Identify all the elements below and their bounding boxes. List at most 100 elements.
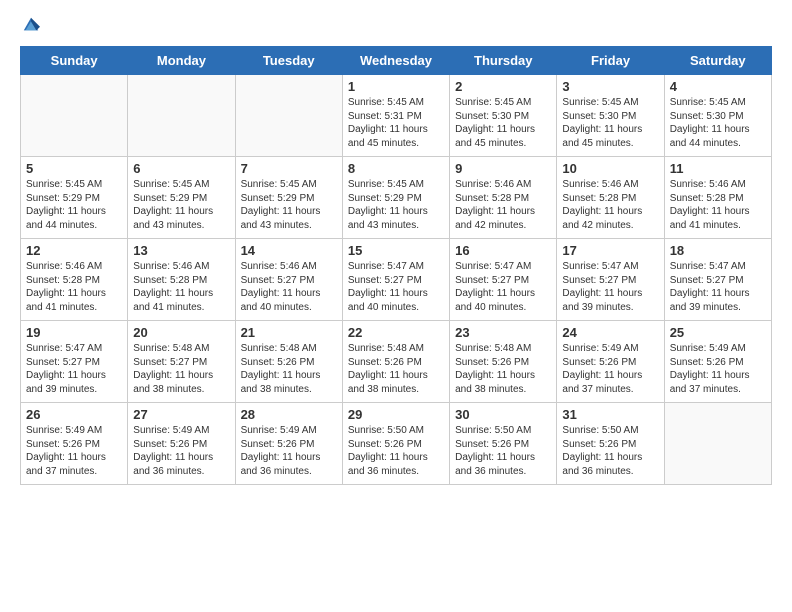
weekday-header-row: SundayMondayTuesdayWednesdayThursdayFrid… xyxy=(21,47,772,75)
day-details: Sunrise: 5:46 AMSunset: 5:28 PMDaylight:… xyxy=(26,260,122,314)
day-details: Sunrise: 5:48 AMSunset: 5:26 PMDaylight:… xyxy=(241,342,337,396)
calendar-day-23: 23 Sunrise: 5:48 AMSunset: 5:26 PMDayligh… xyxy=(450,321,557,403)
calendar-day-21: 21 Sunrise: 5:48 AMSunset: 5:26 PMDayligh… xyxy=(235,321,342,403)
day-details: Sunrise: 5:46 AMSunset: 5:28 PMDaylight:… xyxy=(455,178,551,232)
day-number: 12 xyxy=(26,243,122,258)
day-number: 6 xyxy=(133,161,229,176)
day-number: 5 xyxy=(26,161,122,176)
day-details: Sunrise: 5:49 AMSunset: 5:26 PMDaylight:… xyxy=(133,424,229,478)
day-details: Sunrise: 5:49 AMSunset: 5:26 PMDaylight:… xyxy=(670,342,766,396)
day-number: 4 xyxy=(670,79,766,94)
calendar-day-28: 28 Sunrise: 5:49 AMSunset: 5:26 PMDayligh… xyxy=(235,403,342,485)
calendar-day-16: 16Sunrise: 5:47 AMSunset: 5:27 PMDayligh… xyxy=(450,239,557,321)
calendar-day-26: 26 Sunrise: 5:49 AMSunset: 5:26 PMDayligh… xyxy=(21,403,128,485)
weekday-header-saturday: Saturday xyxy=(664,47,771,75)
calendar-body: 1 Sunrise: 5:45 AMSunset: 5:31 PMDaylight… xyxy=(21,75,772,485)
calendar-day-13: 13 Sunrise: 5:46 AMSunset: 5:28 PMDayligh… xyxy=(128,239,235,321)
day-details: Sunrise: 5:47 AMSunset: 5:27 PMDaylight:… xyxy=(348,260,444,314)
day-details: Sunrise: 5:50 AMSunset: 5:26 PMDaylight:… xyxy=(348,424,444,478)
day-details: Sunrise: 5:49 AMSunset: 5:26 PMDaylight:… xyxy=(562,342,658,396)
calendar-day-empty-0 xyxy=(21,75,128,157)
calendar-day-22: 22Sunrise: 5:48 AMSunset: 5:26 PMDayligh… xyxy=(342,321,449,403)
day-number: 14 xyxy=(241,243,337,258)
day-number: 1 xyxy=(348,79,444,94)
calendar-day-2: 2 Sunrise: 5:45 AMSunset: 5:30 PMDaylight… xyxy=(450,75,557,157)
day-details: Sunrise: 5:45 AMSunset: 5:31 PMDaylight:… xyxy=(348,96,444,150)
calendar-header: SundayMondayTuesdayWednesdayThursdayFrid… xyxy=(21,47,772,75)
day-details: Sunrise: 5:48 AMSunset: 5:26 PMDaylight:… xyxy=(455,342,551,396)
weekday-header-sunday: Sunday xyxy=(21,47,128,75)
calendar-day-31: 31 Sunrise: 5:50 AMSunset: 5:26 PMDayligh… xyxy=(557,403,664,485)
calendar-day-9: 9 Sunrise: 5:46 AMSunset: 5:28 PMDaylight… xyxy=(450,157,557,239)
weekday-header-monday: Monday xyxy=(128,47,235,75)
day-number: 2 xyxy=(455,79,551,94)
calendar-day-5: 5 Sunrise: 5:45 AMSunset: 5:29 PMDaylight… xyxy=(21,157,128,239)
calendar-day-6: 6 Sunrise: 5:45 AMSunset: 5:29 PMDaylight… xyxy=(128,157,235,239)
day-details: Sunrise: 5:50 AMSunset: 5:26 PMDaylight:… xyxy=(455,424,551,478)
calendar-day-24: 24 Sunrise: 5:49 AMSunset: 5:26 PMDayligh… xyxy=(557,321,664,403)
calendar-day-19: 19 Sunrise: 5:47 AMSunset: 5:27 PMDayligh… xyxy=(21,321,128,403)
day-number: 19 xyxy=(26,325,122,340)
logo-icon xyxy=(22,16,40,34)
day-number: 31 xyxy=(562,407,658,422)
day-number: 7 xyxy=(241,161,337,176)
weekday-header-friday: Friday xyxy=(557,47,664,75)
calendar-week-2: 5 Sunrise: 5:45 AMSunset: 5:29 PMDaylight… xyxy=(21,157,772,239)
header xyxy=(20,16,772,34)
day-number: 13 xyxy=(133,243,229,258)
weekday-header-tuesday: Tuesday xyxy=(235,47,342,75)
day-details: Sunrise: 5:45 AMSunset: 5:30 PMDaylight:… xyxy=(562,96,658,150)
day-details: Sunrise: 5:45 AMSunset: 5:29 PMDaylight:… xyxy=(133,178,229,232)
calendar-day-18: 18Sunrise: 5:47 AMSunset: 5:27 PMDayligh… xyxy=(664,239,771,321)
day-details: Sunrise: 5:45 AMSunset: 5:30 PMDaylight:… xyxy=(455,96,551,150)
day-details: Sunrise: 5:50 AMSunset: 5:26 PMDaylight:… xyxy=(562,424,658,478)
day-details: Sunrise: 5:47 AMSunset: 5:27 PMDaylight:… xyxy=(26,342,122,396)
calendar-week-1: 1 Sunrise: 5:45 AMSunset: 5:31 PMDaylight… xyxy=(21,75,772,157)
calendar-table: SundayMondayTuesdayWednesdayThursdayFrid… xyxy=(20,46,772,485)
calendar-day-empty-2 xyxy=(235,75,342,157)
calendar-day-25: 25 Sunrise: 5:49 AMSunset: 5:26 PMDayligh… xyxy=(664,321,771,403)
weekday-header-thursday: Thursday xyxy=(450,47,557,75)
day-details: Sunrise: 5:49 AMSunset: 5:26 PMDaylight:… xyxy=(241,424,337,478)
day-details: Sunrise: 5:49 AMSunset: 5:26 PMDaylight:… xyxy=(26,424,122,478)
day-number: 16 xyxy=(455,243,551,258)
day-number: 30 xyxy=(455,407,551,422)
calendar-day-7: 7 Sunrise: 5:45 AMSunset: 5:29 PMDaylight… xyxy=(235,157,342,239)
calendar-day-1: 1 Sunrise: 5:45 AMSunset: 5:31 PMDaylight… xyxy=(342,75,449,157)
day-number: 21 xyxy=(241,325,337,340)
day-number: 28 xyxy=(241,407,337,422)
day-number: 25 xyxy=(670,325,766,340)
day-number: 24 xyxy=(562,325,658,340)
logo xyxy=(20,16,40,34)
day-number: 9 xyxy=(455,161,551,176)
day-details: Sunrise: 5:45 AMSunset: 5:29 PMDaylight:… xyxy=(348,178,444,232)
day-details: Sunrise: 5:45 AMSunset: 5:29 PMDaylight:… xyxy=(241,178,337,232)
calendar-day-12: 12 Sunrise: 5:46 AMSunset: 5:28 PMDayligh… xyxy=(21,239,128,321)
calendar-day-17: 17 Sunrise: 5:47 AMSunset: 5:27 PMDayligh… xyxy=(557,239,664,321)
day-details: Sunrise: 5:46 AMSunset: 5:28 PMDaylight:… xyxy=(133,260,229,314)
page: SundayMondayTuesdayWednesdayThursdayFrid… xyxy=(0,0,792,612)
day-number: 22 xyxy=(348,325,444,340)
calendar-day-4: 4 Sunrise: 5:45 AMSunset: 5:30 PMDaylight… xyxy=(664,75,771,157)
day-number: 20 xyxy=(133,325,229,340)
calendar-day-30: 30 Sunrise: 5:50 AMSunset: 5:26 PMDayligh… xyxy=(450,403,557,485)
day-details: Sunrise: 5:45 AMSunset: 5:29 PMDaylight:… xyxy=(26,178,122,232)
calendar-day-29: 29Sunrise: 5:50 AMSunset: 5:26 PMDayligh… xyxy=(342,403,449,485)
calendar-day-10: 10Sunrise: 5:46 AMSunset: 5:28 PMDayligh… xyxy=(557,157,664,239)
day-details: Sunrise: 5:45 AMSunset: 5:30 PMDaylight:… xyxy=(670,96,766,150)
day-number: 23 xyxy=(455,325,551,340)
day-number: 17 xyxy=(562,243,658,258)
calendar-day-empty-6 xyxy=(664,403,771,485)
calendar-week-5: 26 Sunrise: 5:49 AMSunset: 5:26 PMDayligh… xyxy=(21,403,772,485)
calendar-day-8: 8 Sunrise: 5:45 AMSunset: 5:29 PMDaylight… xyxy=(342,157,449,239)
calendar-day-20: 20 Sunrise: 5:48 AMSunset: 5:27 PMDayligh… xyxy=(128,321,235,403)
day-number: 26 xyxy=(26,407,122,422)
day-number: 8 xyxy=(348,161,444,176)
day-details: Sunrise: 5:46 AMSunset: 5:27 PMDaylight:… xyxy=(241,260,337,314)
calendar-day-27: 27Sunrise: 5:49 AMSunset: 5:26 PMDayligh… xyxy=(128,403,235,485)
calendar-day-empty-1 xyxy=(128,75,235,157)
day-number: 18 xyxy=(670,243,766,258)
day-details: Sunrise: 5:47 AMSunset: 5:27 PMDaylight:… xyxy=(562,260,658,314)
day-details: Sunrise: 5:48 AMSunset: 5:27 PMDaylight:… xyxy=(133,342,229,396)
calendar-week-4: 19 Sunrise: 5:47 AMSunset: 5:27 PMDayligh… xyxy=(21,321,772,403)
